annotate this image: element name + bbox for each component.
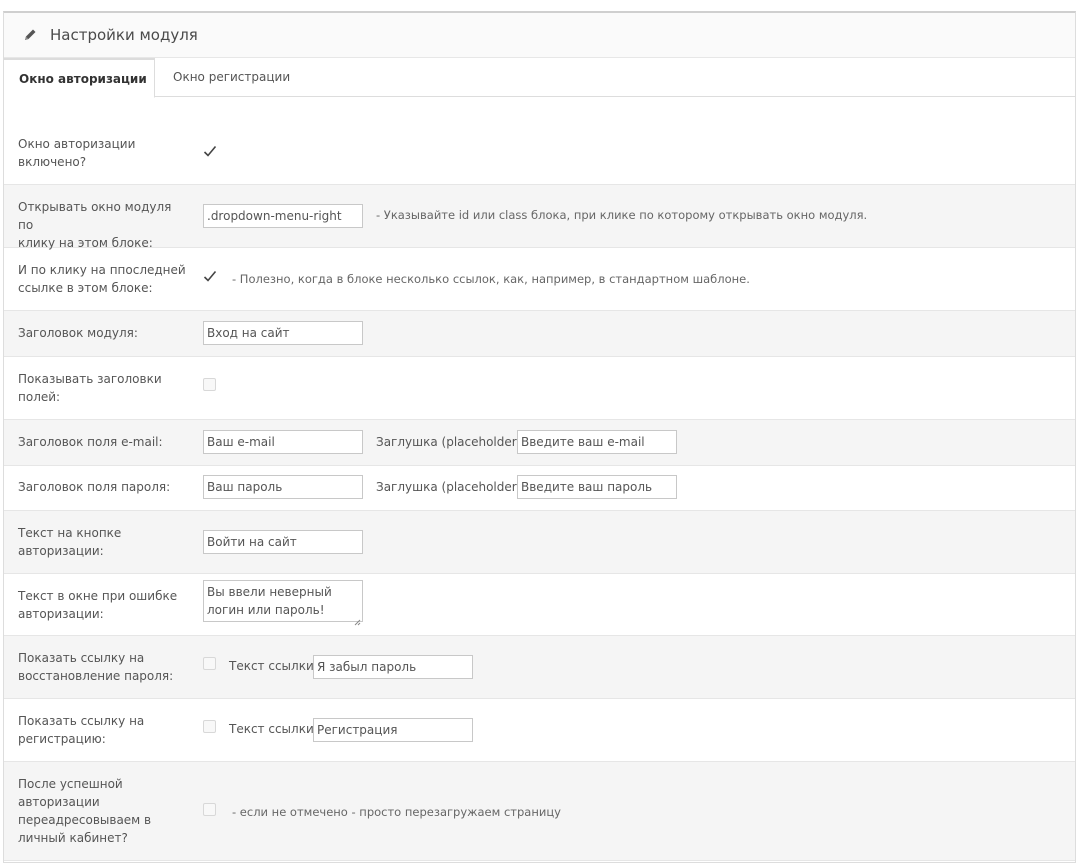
tab-register-window[interactable]: Окно регистрации (173, 58, 290, 97)
password-title-input[interactable]: Ваш пароль (203, 475, 363, 499)
last-link-checkbox[interactable] (203, 270, 217, 283)
setting-row-open-on-click: Открывать окно модуля по клику на этом бл… (4, 185, 1075, 250)
last-link-hint: - Полезно, когда в блоке несколько ссыло… (232, 272, 750, 286)
module-title-input[interactable]: Вход на сайт (203, 321, 363, 345)
email-placeholder-label: Заглушка (placeholder): (376, 435, 526, 449)
setting-label: Окно авторизации включено? (18, 137, 136, 169)
redirect-hint: - если не отмечено - просто перезагружае… (232, 805, 561, 819)
password-placeholder-label: Заглушка (placeholder): (376, 480, 526, 494)
setting-row-enabled: Окно авторизации включено? (4, 99, 1075, 185)
setting-label: Показать ссылку на восстановление пароля: (18, 651, 174, 683)
recovery-link-text-input[interactable]: Я забыл пароль (313, 655, 473, 679)
tab-login-window[interactable]: Окно авторизации (4, 58, 155, 98)
setting-label: Заголовок поля e-mail: (18, 435, 163, 449)
open-on-click-selector-input[interactable]: .dropdown-menu-right (203, 204, 363, 228)
button-text-input[interactable]: Войти на сайт (203, 530, 363, 554)
setting-label: И по клику на ппоследней ссылке в этом бл… (18, 263, 186, 295)
setting-label: Показать ссылку на регистрацию: (18, 714, 145, 746)
setting-row-show-field-titles: Показывать заголовки полей: (4, 357, 1075, 420)
register-link-text-input[interactable]: Регистрация (313, 718, 473, 742)
setting-label: Текст в окне при ошибке авторизации: (18, 589, 178, 621)
email-placeholder-input[interactable]: Введите ваш e-mail (517, 430, 677, 454)
password-placeholder-input[interactable]: Введите ваш пароль (517, 475, 677, 499)
open-on-click-hint: - Указывайте id или class блока, при кли… (376, 208, 868, 222)
tab-bar: Окно авторизации Окно регистрации (4, 58, 1075, 98)
panel-title: Настройки модуля (50, 26, 198, 44)
show-field-titles-checkbox[interactable] (203, 378, 216, 391)
setting-row-module-title: Заголовок модуля: Вход на сайт (4, 311, 1075, 357)
setting-row-redirect: После успешной авторизации переадресовыва… (4, 762, 1075, 861)
setting-row-button-text: Текст на кнопке авторизации: Войти на сай… (4, 511, 1075, 574)
resize-handle-icon[interactable] (354, 613, 361, 626)
setting-label: Открывать окно модуля по клику на этом бл… (18, 200, 172, 250)
setting-label: Показывать заголовки полей: (18, 372, 162, 404)
setting-label: Заголовок модуля: (18, 326, 138, 340)
module-settings-panel: Настройки модуля Окно авторизации Окно р… (3, 11, 1076, 863)
error-text-textarea[interactable]: Вы ввели неверный логин или пароль! (203, 580, 363, 626)
setting-row-last-link: И по клику на ппоследней ссылке в этом бл… (4, 248, 1075, 311)
register-link-checkbox[interactable] (203, 720, 216, 733)
enabled-checkbox[interactable] (203, 145, 217, 158)
recovery-link-checkbox[interactable] (203, 657, 216, 670)
setting-row-error-text: Текст в окне при ошибке авторизации: Вы в… (4, 574, 1075, 636)
redirect-checkbox[interactable] (203, 803, 216, 816)
email-title-input[interactable]: Ваш e-mail (203, 430, 363, 454)
setting-row-password-field: Заголовок поля пароля: Ваш пароль Заглуш… (4, 466, 1075, 511)
setting-row-email-field: Заголовок поля e-mail: Ваш e-mail Заглуш… (4, 420, 1075, 466)
panel-heading: Настройки модуля (4, 13, 1075, 58)
setting-label: Текст на кнопке авторизации: (18, 526, 122, 558)
pencil-icon (22, 27, 38, 43)
setting-row-register-link: Показать ссылку на регистрацию: Текст ссы… (4, 699, 1075, 762)
register-link-text-label: Текст ссылки: (229, 722, 318, 736)
setting-label: Заголовок поля пароля: (18, 480, 171, 494)
setting-label: После успешной авторизации переадресовыва… (18, 777, 152, 845)
setting-row-recovery-link: Показать ссылку на восстановление пароля:… (4, 636, 1075, 699)
recovery-link-text-label: Текст ссылки: (229, 659, 318, 673)
